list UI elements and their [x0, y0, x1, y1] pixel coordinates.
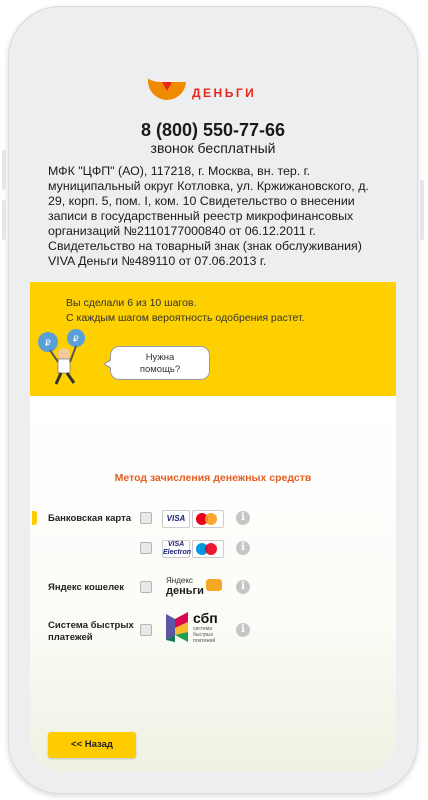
progress-text: Вы сделали 6 из 10 шагов. С каждым шагом…: [66, 296, 305, 326]
yandex-logo-line2: деньги: [166, 585, 204, 597]
info-icon[interactable]: i: [236, 623, 250, 637]
sbp-label-line1: Система быстрых: [48, 620, 134, 631]
phone-screen: VIVA ДЕНЬГИ 8 (800) 550-77-66 звонок бес…: [30, 28, 396, 772]
progress-banner: Вы сделали 6 из 10 шагов. С каждым шагом…: [30, 282, 396, 396]
hotline-note: звонок бесплатный: [150, 140, 276, 156]
phone-notch: [138, 44, 334, 82]
checkbox-yandex[interactable]: [140, 581, 152, 593]
payment-method-title: Метод зачисления денежных средств: [114, 472, 312, 484]
money-bags-man-icon: ₽ ₽: [38, 329, 85, 385]
volume-button: [2, 200, 6, 240]
selected-row-marker: [32, 511, 37, 525]
sbp-logo-text: сбп: [193, 610, 218, 626]
power-button: [420, 180, 424, 240]
option-label-sbp: Система быстрых платежей: [48, 620, 134, 644]
sbp-logo-subtext: система быстрых платежей: [193, 626, 216, 644]
sbp-logo-icon: [166, 612, 188, 642]
svg-text:₽: ₽: [45, 338, 51, 348]
checkbox-bank-card[interactable]: [140, 512, 152, 524]
sbp-label-line2: платежей: [48, 632, 93, 643]
volume-button: [2, 150, 6, 190]
option-label-bank-card: Банковская карта: [48, 513, 132, 524]
visa-electron-logo: VISA Electron: [162, 540, 192, 558]
option-label-yandex: Яндекс кошелек: [48, 582, 125, 593]
progress-line2: С каждым шагом вероятность одобрения рас…: [66, 312, 305, 324]
hotline-phone[interactable]: 8 (800) 550-77-66: [30, 120, 396, 141]
legal-info: МФК "ЦФП" (АО), 117218, г. Москва, вн. т…: [48, 164, 369, 268]
info-icon[interactable]: i: [236, 580, 250, 594]
yandex-wallet-icon: [206, 579, 222, 591]
payment-section: Метод зачисления денежных средств Банков…: [30, 396, 396, 772]
yandex-money-logo: Яндекс деньги: [166, 576, 204, 597]
help-line1: Нужна: [145, 352, 175, 363]
visa-logo: VISA: [162, 510, 190, 528]
help-line2: помощь?: [139, 364, 181, 375]
svg-text:₽: ₽: [73, 334, 79, 344]
checkbox-sbp[interactable]: [140, 624, 152, 636]
info-icon[interactable]: i: [236, 541, 250, 555]
back-button[interactable]: << Назад: [48, 732, 136, 758]
info-icon[interactable]: i: [236, 511, 250, 525]
progress-line1: Вы сделали 6 из 10 шагов.: [66, 297, 197, 309]
brand-line2: ДЕНЬГИ: [192, 86, 257, 100]
maestro-logo-icon: [192, 540, 224, 558]
help-button[interactable]: Нужна помощь?: [103, 346, 210, 380]
checkbox-electron-maestro[interactable]: [140, 542, 152, 554]
mastercard-logo-icon: [192, 510, 224, 528]
